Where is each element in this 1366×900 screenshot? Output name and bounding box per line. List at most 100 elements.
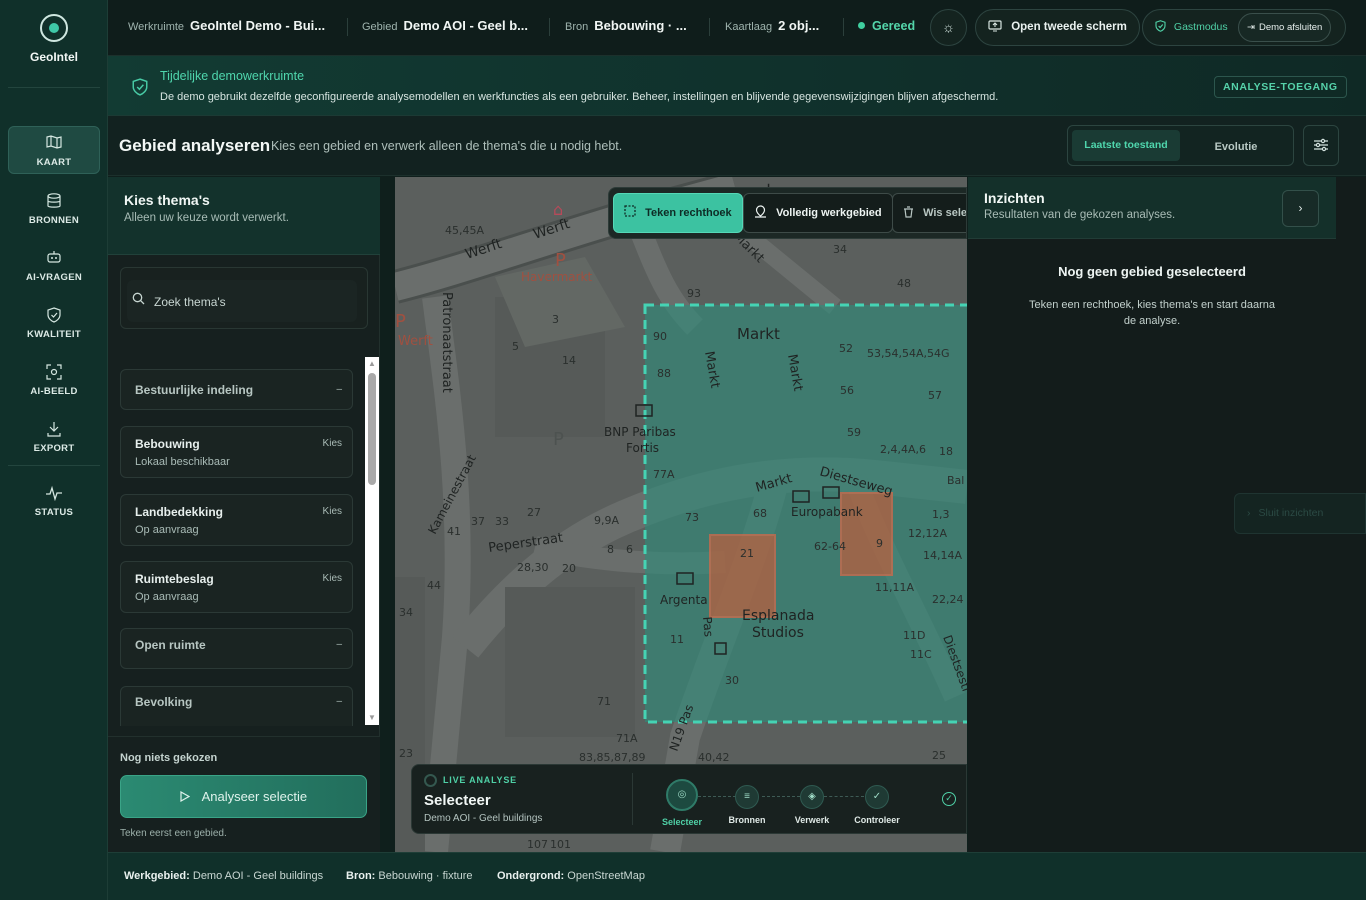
settings-sliders-button[interactable]: [1303, 125, 1339, 166]
theme-search-input[interactable]: Zoek thema's: [127, 280, 357, 322]
house-number: 59: [847, 426, 861, 439]
sidebar-item-kaart[interactable]: KAART: [8, 126, 100, 174]
source-value: Bebouwing · ...: [594, 18, 687, 33]
live-analysis-title: Selecteer: [424, 792, 491, 809]
house-number: 20: [562, 562, 576, 575]
close-demo-button[interactable]: ⇥ Demo afsluiten: [1238, 13, 1332, 42]
app-name: GeoIntel: [29, 50, 78, 64]
step-controleer[interactable]: ✓ Controleer: [847, 785, 907, 825]
map-base: Werft Werft Werft Havermarkt Patronaatst…: [395, 177, 967, 852]
house-number: 71A: [616, 732, 638, 745]
live-analysis-subtitle: Demo AOI - Geel buildings: [424, 813, 543, 824]
sidebar-item-export[interactable]: EXPORT: [8, 413, 100, 461]
layer-key: Kaartlaag: [725, 21, 773, 33]
footer-value: Demo AOI - Geel buildings: [192, 870, 324, 882]
sidebar-item-ai-vragen[interactable]: AI-VRAGEN: [8, 242, 100, 290]
divider: [549, 18, 550, 36]
footer-key: Bron:: [346, 870, 376, 882]
logo-icon: [40, 14, 68, 42]
house-number: 57: [928, 389, 942, 402]
house-number: 52: [839, 342, 853, 355]
workspace-selector[interactable]: Werkruimte GeoIntel Demo - Bui...: [128, 18, 338, 36]
guest-mode-label: Gastmodus: [1173, 21, 1228, 33]
scrollbar-thumb[interactable]: [368, 373, 376, 485]
house-number: 37: [471, 515, 485, 528]
step-selecteer[interactable]: ◎ Selecteer: [652, 779, 712, 827]
divider: [8, 465, 100, 466]
footer-key: Werkgebied:: [124, 870, 190, 882]
sidebar-item-ai-beeld[interactable]: AI-BEELD: [8, 356, 100, 404]
sun-icon: ☼: [942, 19, 955, 35]
step-label: Bronnen: [728, 815, 766, 825]
house-number: 90: [653, 330, 667, 343]
house-number: 14: [562, 354, 576, 367]
house-number: 30: [725, 674, 739, 687]
theme-item-bebouwing[interactable]: Bebouwing Lokaal beschikbaar Kies: [120, 426, 353, 478]
themes-panel-header: Kies thema's Alleen uw keuze wordt verwe…: [108, 177, 380, 255]
open-second-screen-button[interactable]: Open tweede scherm: [975, 9, 1140, 46]
theme-item-ruimtebeslag[interactable]: Ruimtebeslag Op aanvraag Kies: [120, 561, 353, 613]
sidebar-item-kwaliteit[interactable]: KWALITEIT: [8, 299, 100, 347]
theme-item-bestuurlijke-indeling[interactable]: Bestuurlijke indeling –: [120, 369, 353, 410]
poi-icon: ⌂: [553, 200, 563, 219]
clear-selection-button[interactable]: Wis selectie: [892, 193, 966, 233]
footer-basemap: Ondergrond: OpenStreetMap: [497, 870, 645, 882]
house-number: 25: [932, 749, 946, 762]
step-bronnen[interactable]: ≡ Bronnen: [717, 785, 777, 825]
theme-item-open-ruimte[interactable]: Open ruimte –: [120, 628, 353, 669]
themes-title: Kies thema's: [124, 192, 210, 208]
themes-scrollbar[interactable]: ▲ ▼: [365, 357, 379, 725]
sidebar-item-status[interactable]: STATUS: [8, 477, 100, 525]
theme-choose-link[interactable]: Kies: [323, 506, 342, 517]
sidebar-item-label: AI-VRAGEN: [25, 272, 82, 283]
draw-rectangle-button[interactable]: Teken rechthoek: [613, 193, 743, 233]
collapse-insights-button[interactable]: ›: [1282, 190, 1319, 227]
house-number: 18: [939, 445, 953, 458]
empty-state-text: Teken een rechthoek, kies thema's en sta…: [1028, 299, 1276, 327]
sidebar-item-bronnen[interactable]: BRONNEN: [8, 185, 100, 233]
divider: [347, 18, 348, 36]
theme-item-landbedekking[interactable]: Landbedekking Op aanvraag Kies: [120, 494, 353, 546]
theme-choose-link[interactable]: Kies: [323, 573, 342, 584]
check-circle-icon: ✓: [942, 792, 956, 806]
parking-icon: P: [553, 429, 564, 450]
play-icon: [180, 789, 194, 804]
house-number: 8: [607, 543, 614, 556]
theme-action: –: [336, 696, 342, 707]
app-logo[interactable]: GeoIntel: [0, 14, 108, 64]
empty-state-title: Nog geen gebied geselecteerd: [1058, 264, 1246, 279]
place-label: Bal: [947, 474, 964, 487]
theme-choose-link[interactable]: Kies: [323, 438, 342, 449]
analyse-selection-button[interactable]: Analyseer selectie: [120, 775, 367, 818]
map-canvas[interactable]: Werft Werft Werft Havermarkt Patronaatst…: [395, 177, 967, 852]
top-bar: Werkruimte GeoIntel Demo - Bui... Gebied D…: [108, 0, 1366, 56]
scroll-up-arrow-icon[interactable]: ▲: [368, 360, 376, 368]
tab-latest-state[interactable]: Laatste toestand: [1072, 130, 1180, 161]
banner-title: Tijdelijke demowerkruimte: [160, 69, 305, 83]
analyse-selection-label: Analyseer selectie: [201, 789, 308, 804]
divider: [632, 773, 633, 825]
layer-selector[interactable]: Kaartlaag 2 obj...: [725, 18, 835, 36]
access-badge: ANALYSE-TOEGANG: [1214, 76, 1347, 98]
sidebar-item-label: BRONNEN: [28, 215, 80, 226]
step-verwerk[interactable]: ◈ Verwerk: [782, 785, 842, 825]
draw-rectangle-label: Teken rechthoek: [645, 207, 732, 219]
workspace-value: GeoIntel Demo - Bui...: [190, 18, 326, 33]
theme-toggle-button[interactable]: ☼: [930, 9, 967, 46]
full-area-button[interactable]: Volledig werkgebied: [743, 193, 893, 233]
source-selector[interactable]: Bron Bebouwing · ...: [565, 18, 705, 36]
theme-item-bevolking[interactable]: Bevolking –: [120, 686, 353, 726]
tab-evolution[interactable]: Evolutie: [1182, 130, 1290, 161]
download-icon: [8, 421, 100, 437]
insights-panel: Inzichten Resultaten van de gekozen anal…: [968, 177, 1366, 852]
house-number: 11: [670, 633, 684, 646]
poi-label: BNP Paribas: [604, 425, 676, 439]
scroll-down-arrow-icon[interactable]: ▼: [368, 714, 376, 722]
house-number: 21: [740, 547, 754, 560]
user-pin-icon: ◎: [666, 779, 698, 811]
search-placeholder: Zoek thema's: [154, 295, 226, 309]
area-selector[interactable]: Gebied Demo AOI - Geel b...: [362, 18, 542, 36]
theme-availability: Lokaal beschikbaar: [135, 456, 230, 468]
theme-action: –: [336, 384, 342, 395]
close-insights-button[interactable]: › Sluit inzichten: [1234, 493, 1366, 534]
